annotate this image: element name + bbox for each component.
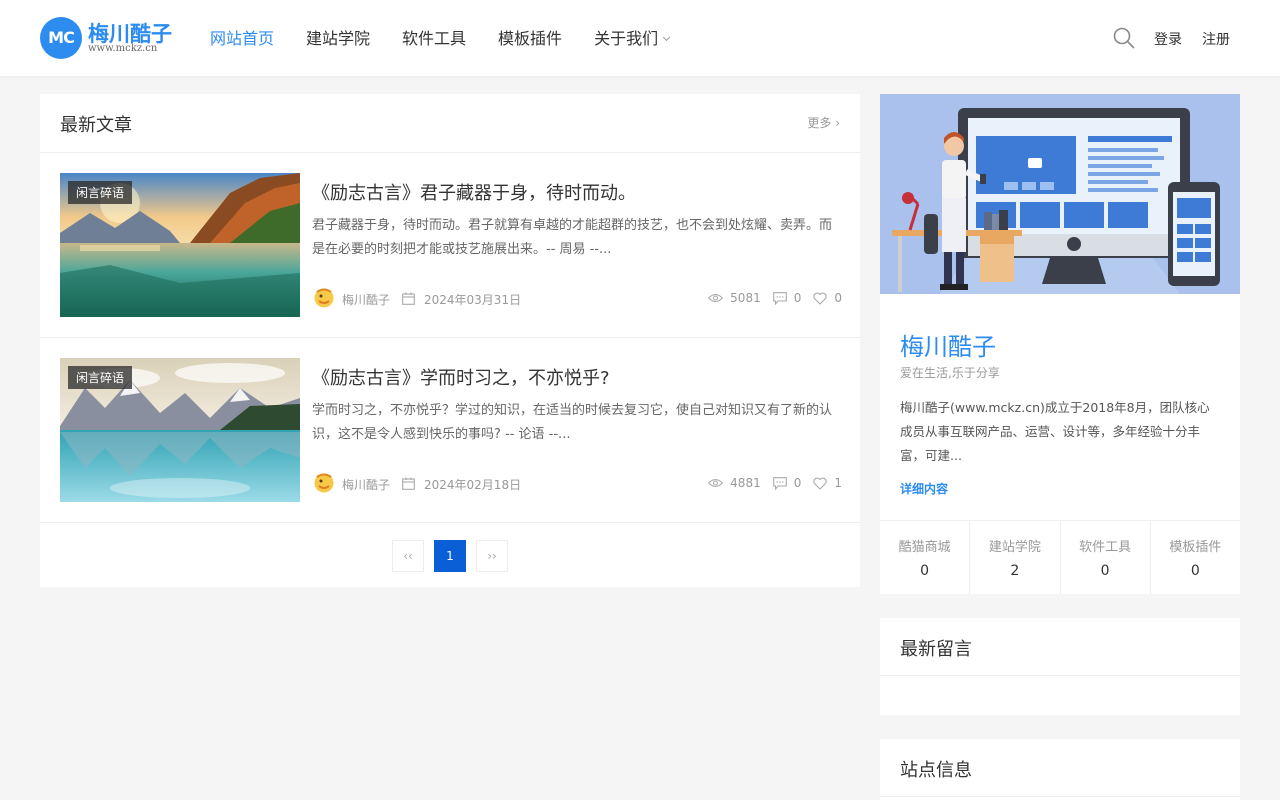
avatar[interactable] <box>314 288 334 308</box>
section-title: 站点信息 <box>900 760 972 781</box>
comments-stat: 0 <box>772 291 801 305</box>
post-date: 2024年02月18日 <box>424 478 522 492</box>
next-page-button[interactable]: ›› <box>476 540 508 572</box>
post-meta: 梅川酷子 2024年02月18日 4881 0 1 <box>312 473 842 495</box>
profile-slogan: 爱在生活,乐于分享 <box>900 366 1000 380</box>
logo-mark: MC <box>40 17 82 59</box>
site-info-card: 站点信息 <box>880 739 1240 800</box>
post-meta: 梅川酷子 2024年03月31日 5081 0 0 <box>312 288 842 310</box>
category-badge[interactable]: 闲言碎语 <box>68 366 133 389</box>
comment-icon <box>772 476 787 490</box>
category-badge[interactable]: 闲言碎语 <box>68 181 133 204</box>
calendar-icon <box>402 477 415 490</box>
category-counts: 酷猫商城 0 建站学院 2 软件工具 0 模板插件 0 <box>880 520 1240 594</box>
post-title[interactable]: 《励志古言》君子藏器于身，待时而动。 <box>312 179 636 205</box>
latest-posts-card: 最新文章 更多 › 闲言碎语 《励志古言》君子藏器于身，待时而动。 君子藏器于身… <box>40 94 860 587</box>
nav-item-templates[interactable]: 模板插件 <box>482 0 578 76</box>
divider <box>880 796 1240 797</box>
search-icon[interactable] <box>1113 27 1135 49</box>
eye-icon <box>708 478 724 488</box>
register-link[interactable]: 注册 <box>1202 29 1230 49</box>
post-stats: 5081 0 0 <box>696 291 842 305</box>
count-software[interactable]: 软件工具 0 <box>1061 521 1151 594</box>
divider <box>880 675 1240 676</box>
nav-item-academy[interactable]: 建站学院 <box>290 0 386 76</box>
site-logo[interactable]: MC 梅川酷子 www.mckz.cn <box>40 16 172 60</box>
count-templates[interactable]: 模板插件 0 <box>1151 521 1240 594</box>
views-stat: 4881 <box>708 476 761 490</box>
login-link[interactable]: 登录 <box>1154 29 1182 49</box>
more-link[interactable]: 更多 › <box>807 114 840 131</box>
logo-url: www.mckz.cn <box>88 43 158 54</box>
likes-stat[interactable]: 0 <box>813 291 842 305</box>
calendar-icon <box>402 292 415 305</box>
likes-stat[interactable]: 1 <box>813 476 842 490</box>
post-excerpt: 学而时习之，不亦悦乎？学过的知识，在适当的时候去复习它，使自己对知识又有了新的认… <box>312 403 833 442</box>
heart-icon <box>813 292 828 305</box>
prev-page-button[interactable]: ‹‹ <box>392 540 424 572</box>
card-header: 最新文章 更多 › <box>40 94 860 153</box>
post-stats: 4881 0 1 <box>696 476 842 490</box>
count-academy[interactable]: 建站学院 2 <box>970 521 1061 594</box>
chevron-down-icon <box>663 33 671 42</box>
profile-banner <box>880 94 1240 294</box>
latest-comments-card: 最新留言 <box>880 618 1240 715</box>
post-title[interactable]: 《励志古言》学而时习之，不亦悦乎? <box>312 364 610 390</box>
post-item: 闲言碎语 《励志古言》学而时习之，不亦悦乎? 学而时习之，不亦悦乎？学过的知识，… <box>40 338 860 523</box>
detail-link[interactable]: 详细内容 <box>900 480 948 497</box>
eye-icon <box>708 293 724 303</box>
page-1-button[interactable]: 1 <box>434 540 466 572</box>
section-title: 最新留言 <box>900 639 972 660</box>
views-stat: 5081 <box>708 291 761 305</box>
nav-item-about[interactable]: 关于我们 <box>578 0 685 76</box>
nav-item-home[interactable]: 网站首页 <box>194 0 290 76</box>
comment-icon <box>772 291 787 305</box>
post-date: 2024年03月31日 <box>424 293 522 307</box>
avatar[interactable] <box>314 473 334 493</box>
count-shop[interactable]: 酷猫商城 0 <box>880 521 971 594</box>
pagination: ‹‹ 1 ›› <box>392 540 518 572</box>
author-name[interactable]: 梅川酷子 <box>342 476 390 493</box>
author-name[interactable]: 梅川酷子 <box>342 291 390 308</box>
profile-description: 梅川酷子(www.mckz.cn)成立于2018年8月，团队核心成员从事互联网产… <box>900 400 1210 463</box>
section-title: 最新文章 <box>60 115 132 136</box>
comments-stat: 0 <box>772 476 801 490</box>
workspace-illustration <box>880 94 1240 294</box>
heart-icon <box>813 477 828 490</box>
nav-item-software[interactable]: 软件工具 <box>386 0 482 76</box>
main-nav: 网站首页 建站学院 软件工具 模板插件 关于我们 <box>194 0 685 76</box>
post-excerpt: 君子藏器于身，待时而动。君子就算有卓越的才能超群的技艺，也不会到处炫耀、卖弄。而… <box>312 218 833 257</box>
post-item: 闲言碎语 《励志古言》君子藏器于身，待时而动。 君子藏器于身，待时而动。君子就算… <box>40 153 860 338</box>
profile-card: 梅川酷子 爱在生活,乐于分享 梅川酷子(www.mckz.cn)成立于2018年… <box>880 94 1240 594</box>
post-thumbnail[interactable]: 闲言碎语 <box>60 173 300 317</box>
site-header: MC 梅川酷子 www.mckz.cn 网站首页 建站学院 软件工具 模板插件 … <box>0 0 1280 76</box>
profile-name[interactable]: 梅川酷子 <box>900 327 996 362</box>
post-thumbnail[interactable]: 闲言碎语 <box>60 358 300 502</box>
